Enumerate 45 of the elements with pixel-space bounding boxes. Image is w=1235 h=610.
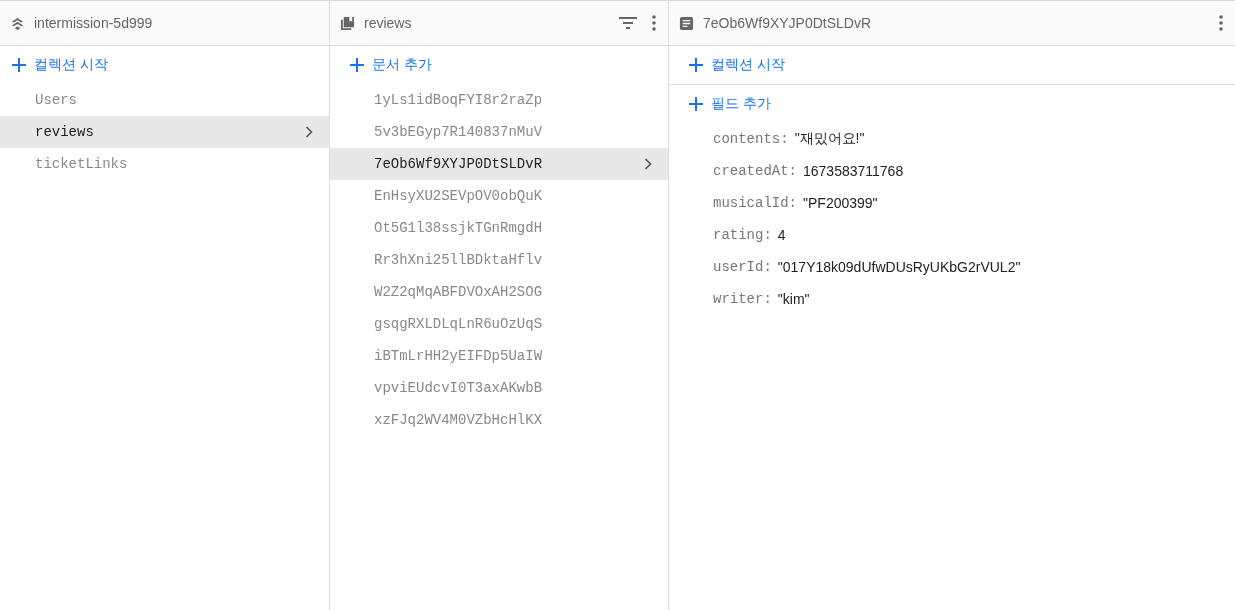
field-key: userId: bbox=[713, 259, 772, 275]
plus-icon bbox=[12, 58, 26, 72]
add-button[interactable]: 컬렉션 시작 bbox=[669, 54, 785, 76]
chevron-right-icon bbox=[644, 158, 652, 170]
field-key: contents: bbox=[713, 131, 789, 147]
panel-title: reviews bbox=[364, 15, 412, 31]
more-icon[interactable] bbox=[652, 15, 656, 31]
add-button[interactable]: 문서 추가 bbox=[330, 54, 432, 76]
plus-icon bbox=[350, 58, 364, 72]
list-item[interactable]: 1yLs1idBoqFYI8r2raZp bbox=[330, 84, 668, 116]
field-key: musicalId: bbox=[713, 195, 797, 211]
list-item[interactable]: ticketLinks bbox=[0, 148, 329, 180]
list-item[interactable]: vpviEUdcvI0T3axAKwbB bbox=[330, 372, 668, 404]
list-item[interactable]: W2Z2qMqABFDVOxAH2SOG bbox=[330, 276, 668, 308]
field-value: "재밌어요!" bbox=[794, 130, 865, 148]
list-item[interactable]: 7eOb6Wf9XYJP0DtSLDvR bbox=[330, 148, 668, 180]
field-value: "kim" bbox=[777, 291, 810, 307]
collection-icon bbox=[340, 15, 355, 31]
field-value: "017Y18k09dUfwDUsRyUKbG2rVUL2" bbox=[777, 259, 1021, 275]
field-key: writer: bbox=[713, 291, 772, 307]
add-button[interactable]: 컬렉션 시작 bbox=[0, 54, 108, 76]
list-item[interactable]: Users bbox=[0, 84, 329, 116]
list-item[interactable]: gsqgRXLDLqLnR6uOzUqS bbox=[330, 308, 668, 340]
list-item[interactable]: xzFJq2WV4M0VZbHcHlKX bbox=[330, 404, 668, 436]
field-key: createdAt: bbox=[713, 163, 797, 179]
chevron-right-icon bbox=[305, 126, 313, 138]
field-value: 4 bbox=[777, 227, 786, 243]
layers-icon bbox=[10, 15, 25, 31]
list-item[interactable]: reviews bbox=[0, 116, 329, 148]
document-icon bbox=[679, 15, 694, 31]
more-icon[interactable] bbox=[1219, 15, 1223, 31]
field-key: rating: bbox=[713, 227, 772, 243]
list-item[interactable]: Rr3hXni25llBDktaHflv bbox=[330, 244, 668, 276]
add-button[interactable]: 필드 추가 bbox=[669, 93, 771, 115]
filter-icon[interactable] bbox=[619, 17, 637, 29]
list-item[interactable]: EnHsyXU2SEVpOV0obQuK bbox=[330, 180, 668, 212]
panel-title: intermission-5d999 bbox=[34, 15, 153, 31]
field-value: 1673583711768 bbox=[803, 163, 904, 179]
list-item[interactable]: iBTmLrHH2yEIFDp5UaIW bbox=[330, 340, 668, 372]
panel-title: 7eOb6Wf9XYJP0DtSLDvR bbox=[703, 15, 872, 31]
field-value: "PF200399" bbox=[803, 195, 878, 211]
list-item[interactable]: Ot5G1l38ssjkTGnRmgdH bbox=[330, 212, 668, 244]
list-item[interactable]: 5v3bEGyp7R140837nMuV bbox=[330, 116, 668, 148]
plus-icon bbox=[689, 97, 703, 111]
plus-icon bbox=[689, 58, 703, 72]
